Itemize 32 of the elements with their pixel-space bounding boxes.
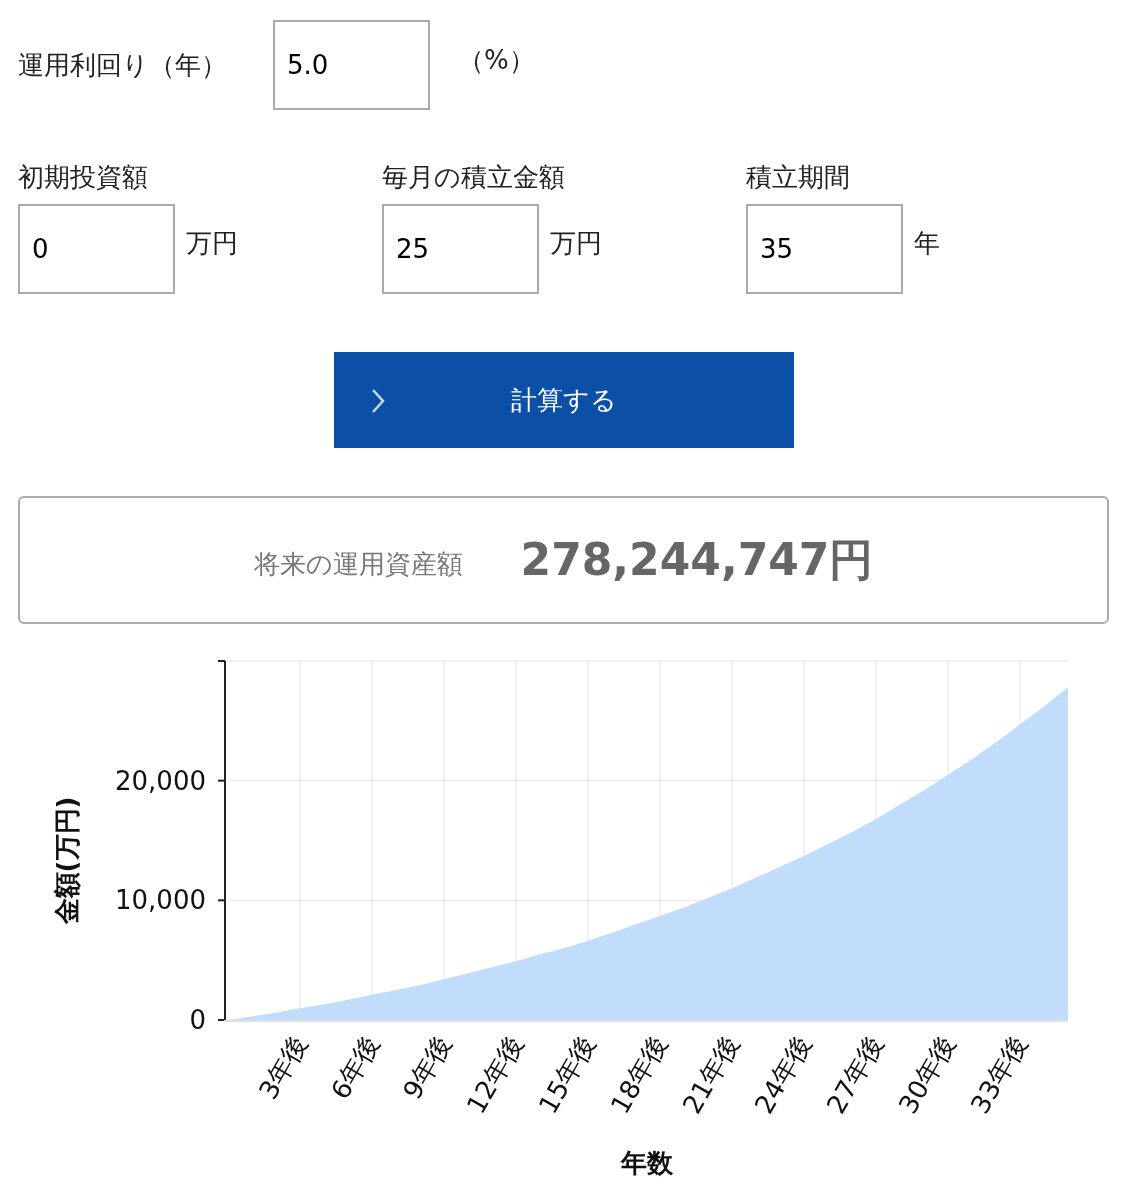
field-label: 運用利回り（年） — [18, 48, 228, 82]
unit-label: 万円 — [186, 227, 238, 260]
field-label: 積立期間 — [746, 161, 851, 194]
x-tick-label: 18年後 — [604, 1030, 674, 1119]
input-field[interactable]: 5.0 — [273, 20, 430, 110]
chevron-right-icon — [371, 388, 385, 414]
field-label: 初期投資額 — [18, 161, 149, 194]
calculate-button[interactable]: 計算する — [334, 352, 794, 448]
unit-label: （%） — [458, 43, 535, 77]
input-field[interactable]: 0 — [18, 204, 175, 294]
x-tick-label: 15年後 — [532, 1030, 602, 1119]
x-tick-label: 30年後 — [892, 1030, 962, 1119]
result-label: 将来の運用資産額 — [253, 547, 463, 581]
input-field[interactable]: 35 — [746, 204, 903, 294]
y-tick-label: 0 — [189, 1005, 206, 1035]
result-value: 278,244,747円 — [520, 533, 874, 587]
x-tick-label: 27年後 — [820, 1030, 890, 1119]
y-axis-title: 金額(万円) — [52, 796, 82, 925]
y-tick-label: 20,000 — [115, 765, 206, 796]
x-tick-label: 9年後 — [396, 1030, 458, 1105]
x-tick-label: 33年後 — [964, 1030, 1034, 1119]
x-axis-title: 年数 — [621, 1148, 673, 1178]
field-label: 毎月の積立金額 — [382, 161, 566, 194]
y-tick-label: 10,000 — [115, 885, 206, 916]
x-tick-label: 6年後 — [324, 1030, 386, 1105]
unit-label: 万円 — [550, 227, 602, 260]
x-tick-label: 3年後 — [252, 1030, 314, 1105]
x-tick-label: 24年後 — [748, 1030, 818, 1119]
unit-label: 年 — [914, 227, 940, 260]
input-field[interactable]: 25 — [382, 204, 539, 294]
x-tick-label: 21年後 — [676, 1030, 746, 1119]
x-tick-label: 12年後 — [460, 1030, 530, 1119]
